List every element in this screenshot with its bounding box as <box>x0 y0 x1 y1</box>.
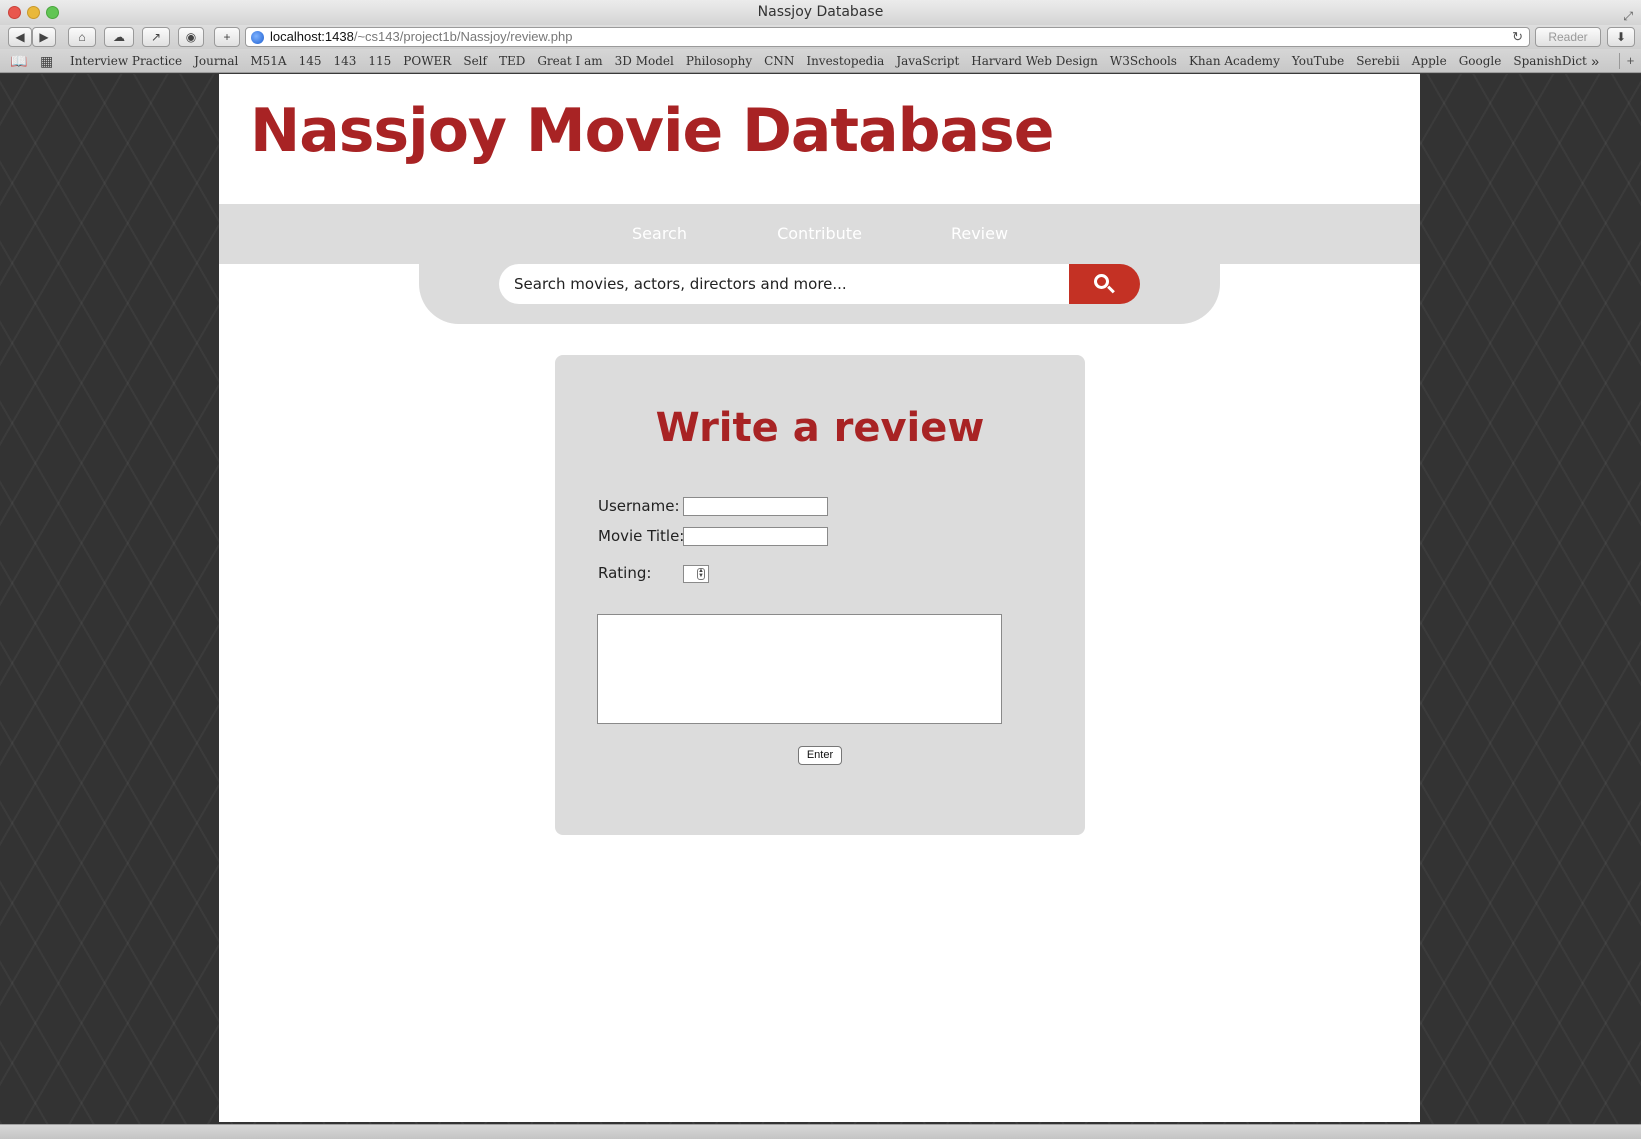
url-host: localhost:1438 <box>270 29 354 44</box>
bookmark-item[interactable]: SpanishDict <box>1513 49 1587 72</box>
movie-title-field[interactable] <box>683 527 828 546</box>
bookmark-item[interactable]: Investopedia <box>806 49 884 72</box>
more-bookmarks-icon[interactable]: » <box>1591 49 1599 72</box>
reload-icon[interactable]: ↻ <box>1512 28 1523 46</box>
stepper-arrows-icon[interactable]: ▲ ▼ <box>697 568 705 580</box>
page-viewport: Nassjoy Movie Database Search Contribute R… <box>0 74 1641 1124</box>
bookmark-item[interactable]: W3Schools <box>1110 49 1177 72</box>
add-bookmark-icon[interactable]: + <box>1619 53 1641 69</box>
bookmark-item[interactable]: Apple <box>1412 49 1447 72</box>
review-heading: Write a review <box>655 405 985 451</box>
plus-icon: + <box>223 30 231 44</box>
share-icon: ↗ <box>150 30 162 44</box>
bookmark-item[interactable]: M51A <box>250 49 286 72</box>
bookmark-item[interactable]: Journal <box>194 49 238 72</box>
nav-link-contribute[interactable]: Contribute <box>740 204 900 264</box>
bookmark-item[interactable]: Philosophy <box>686 49 752 72</box>
username-field[interactable] <box>683 497 828 516</box>
cloud-icon: ☁ <box>113 30 125 44</box>
search-bar: Search movies, actors, directors and mor… <box>419 264 1220 324</box>
forward-button[interactable]: ▶ <box>32 27 56 47</box>
bookmarks-bar: 📖 ▦ Interview Practice Journal M51A 145 143 1… <box>0 49 1641 73</box>
back-arrow-icon: ◀ <box>15 30 25 44</box>
shield-icon: ◉ <box>185 30 197 44</box>
status-bar <box>0 1124 1641 1139</box>
review-textarea[interactable] <box>597 614 1002 724</box>
minimize-window-button[interactable] <box>27 6 40 19</box>
home-icon: ⌂ <box>78 30 86 44</box>
username-label: Username: <box>598 497 680 515</box>
home-button[interactable]: ⌂ <box>68 27 96 47</box>
bookmark-item[interactable]: Interview Practice <box>70 49 182 72</box>
bookmark-item[interactable]: POWER <box>403 49 451 72</box>
page-container: Nassjoy Movie Database Search Contribute R… <box>219 74 1420 1122</box>
rating-stepper[interactable]: ▲ ▼ <box>683 565 709 583</box>
new-tab-button[interactable]: + <box>214 27 240 47</box>
search-input[interactable]: Search movies, actors, directors and mor… <box>499 264 1069 304</box>
site-title: Nassjoy Movie Database <box>250 96 1054 166</box>
bookmark-item[interactable]: 115 <box>368 49 391 72</box>
zoom-window-button[interactable] <box>46 6 59 19</box>
downloads-button[interactable]: ⬇ <box>1607 27 1635 47</box>
download-icon: ⬇ <box>1615 30 1627 44</box>
bookmark-item[interactable]: YouTube <box>1292 49 1344 72</box>
bookmark-item[interactable]: Serebii <box>1356 49 1400 72</box>
window-title: Nassjoy Database <box>757 4 884 20</box>
bookmark-item[interactable]: 3D Model <box>615 49 674 72</box>
top-sites-icon[interactable]: ▦ <box>40 49 53 72</box>
bookmark-item[interactable]: Khan Academy <box>1189 49 1280 72</box>
bookmark-item[interactable]: JavaScript <box>896 49 959 72</box>
bookmark-item[interactable]: TED <box>499 49 525 72</box>
icloud-tabs-button[interactable]: ☁ <box>104 27 134 47</box>
address-bar[interactable]: localhost:1438/~cs143/project1b/Nassjoy/… <box>245 27 1530 47</box>
browser-toolbar: ◀ ▶ ⌂ ☁ ↗ ◉ + localhost:1438/~cs143/proj… <box>0 25 1641 49</box>
nav-link-review[interactable]: Review <box>900 204 1060 264</box>
search-button[interactable] <box>1069 264 1140 304</box>
back-button[interactable]: ◀ <box>8 27 32 47</box>
bookmark-item[interactable]: 145 <box>299 49 322 72</box>
forward-arrow-icon: ▶ <box>39 30 49 44</box>
bookmark-item[interactable]: Google <box>1459 49 1502 72</box>
rating-label: Rating: <box>598 564 652 582</box>
window-titlebar: Nassjoy Database ⤢ <box>0 0 1641 25</box>
review-form: Write a review Username: Movie Title: Ra… <box>555 355 1085 835</box>
nav-link-search[interactable]: Search <box>580 204 740 264</box>
reading-list-icon[interactable]: 📖 <box>10 49 27 72</box>
movie-title-label: Movie Title: <box>598 527 685 545</box>
bookmark-item[interactable]: Harvard Web Design <box>971 49 1098 72</box>
reader-button[interactable]: Reader <box>1535 27 1601 47</box>
enter-button[interactable]: Enter <box>798 746 842 765</box>
globe-icon <box>251 31 264 44</box>
privacy-button[interactable]: ◉ <box>178 27 204 47</box>
bookmark-item[interactable]: 143 <box>333 49 356 72</box>
url-path: /~cs143/project1b/Nassjoy/review.php <box>353 29 573 44</box>
nav-bar: Search Contribute Review <box>219 204 1420 264</box>
bookmark-item[interactable]: Self <box>463 49 487 72</box>
bookmark-list: Interview Practice Journal M51A 145 143 115 PO… <box>70 49 1599 72</box>
bookmark-item[interactable]: CNN <box>764 49 794 72</box>
share-button[interactable]: ↗ <box>142 27 170 47</box>
nav-links: Search Contribute Review <box>219 204 1420 264</box>
bookmark-item[interactable]: Great I am <box>537 49 602 72</box>
close-window-button[interactable] <box>8 6 21 19</box>
